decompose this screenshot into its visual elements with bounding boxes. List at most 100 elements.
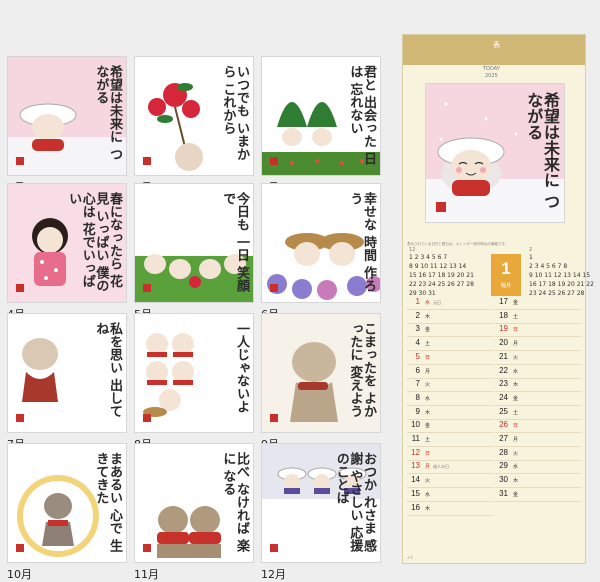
month-phrase: 春になったら 花見 いっぱい 僕の心は 花でいっぱい [66, 192, 122, 293]
day-row: 21 火 [495, 352, 581, 365]
artist-seal [270, 414, 278, 422]
day-row: 14 火 [407, 475, 493, 489]
calendar-preview: 表 TODAY 2025 希望は未来に つながる 表示されている日付と曜日は、カ… [402, 34, 594, 564]
month-artwork-3[interactable]: 君と 出会った 日は 忘れない [261, 56, 381, 176]
artist-seal [143, 414, 151, 422]
month-phrase: こまったを よかったに 変えよう [347, 322, 376, 418]
day-number: 31 [499, 488, 508, 498]
day-number: 25 [499, 406, 508, 416]
artist-seal [270, 157, 278, 165]
day-row: 26 日 [495, 420, 581, 434]
month-phrase: いつでも いまから これから [220, 65, 249, 161]
day-number: 6 [415, 365, 420, 375]
day-weekday: 月 [425, 368, 431, 375]
month-artwork-8[interactable]: 一人じゃないよ [134, 313, 254, 433]
day-number: 3 [415, 324, 420, 334]
day-number: 21 [499, 351, 508, 361]
day-number: 9 [415, 406, 420, 416]
day-row: 28 火 [495, 448, 581, 461]
day-weekday: 火 [425, 478, 431, 485]
day-row: 25 土 [495, 407, 581, 420]
day-number: 13 [411, 461, 420, 471]
day-weekday: 日 [513, 423, 519, 430]
artist-seal [143, 157, 151, 165]
day-number: 1 [415, 297, 420, 306]
day-weekday: 木 [425, 313, 431, 320]
month-caption: 12月 [261, 568, 286, 581]
day-note: 元日 [433, 300, 442, 305]
day-number: 29 [499, 461, 508, 471]
day-weekday: 土 [425, 341, 431, 348]
day-number: 24 [499, 392, 508, 402]
month-artwork-12[interactable]: おつか れさま 感謝 やさしい 応援のことば [261, 443, 381, 563]
month-artwork-4[interactable]: 春になったら 花見 いっぱい 僕の心は 花でいっぱい [7, 183, 127, 303]
mini-week-row: 16 17 18 19 20 21 22 [529, 281, 594, 288]
artist-seal [16, 157, 24, 165]
day-row: 9木 [407, 407, 493, 420]
mini-week-row: 1 2 3 4 5 6 7 [409, 254, 448, 261]
day-weekday: 日 [425, 354, 431, 361]
day-row: 20 月 [495, 338, 581, 352]
day-row: 18 土 [495, 311, 581, 324]
mini-week-row: 22 23 24 25 26 27 28 [409, 281, 474, 288]
month-phrase: おつか れさま 感謝 やさしい 応援のことば [333, 452, 376, 553]
day-row: 12 日 [407, 448, 493, 461]
month-artwork-7[interactable]: 私を思い 出してね [7, 313, 127, 433]
day-weekday: 火 [513, 450, 519, 457]
month-artwork-6[interactable]: 幸せな 時間 作ろう [261, 183, 381, 303]
month-artwork-9[interactable]: こまったを よかったに 変えよう [261, 313, 381, 433]
day-weekday: 金 [425, 423, 431, 430]
day-weekday: 土 [513, 409, 519, 416]
day-row: 29 水 [495, 461, 581, 475]
day-number: 22 [499, 365, 508, 375]
day-number: 30 [499, 475, 508, 485]
day-number: 5 [415, 351, 420, 361]
mini-week-row: 2 3 4 5 6 7 8 [529, 263, 568, 270]
day-row: 16 木 [407, 503, 493, 516]
day-row: 10 金 [407, 420, 493, 434]
day-number: 15 [411, 488, 420, 498]
month-artwork-5[interactable]: 今日も 一日 笑顔 で [134, 183, 254, 303]
day-weekday: 月 [513, 437, 519, 443]
day-weekday: 火 [425, 382, 431, 389]
day-weekday: 日 [425, 450, 431, 457]
month-phrase: 幸せな 時間 作ろう [347, 192, 376, 293]
day-row: 2木 [407, 311, 493, 324]
month-phrase: 私を思い 出してね [93, 322, 122, 418]
artist-seal [16, 414, 24, 422]
day-row: 5日 [407, 352, 493, 365]
day-number: 23 [499, 379, 508, 389]
calendar-main-artwork: 希望は未来に つながる [425, 83, 565, 223]
mini-week-row: 8 9 10 11 12 13 14 [409, 263, 467, 270]
mini-week-row: 15 16 17 18 19 20 21 [409, 272, 474, 279]
day-row: 3金 [407, 324, 493, 338]
day-row: 23 木 [495, 379, 581, 393]
day-row: 6月 [407, 366, 493, 379]
day-number: 7 [415, 379, 420, 389]
day-weekday: 土 [425, 437, 431, 443]
mini-week-row: 9 10 11 12 13 14 15 [529, 272, 591, 279]
artist-seal [143, 284, 151, 292]
month-phrase: 君と 出会った 日は 忘れない [347, 65, 376, 166]
day-weekday: 火 [513, 354, 519, 361]
day-note: 成人の日 [433, 464, 450, 470]
day-row: 13 月成人の日 [407, 461, 493, 475]
day-row: 19 日 [495, 324, 581, 338]
month-artwork-11[interactable]: 比べ なければ 楽に なる [134, 443, 254, 563]
day-number: 4 [415, 338, 420, 348]
current-month-number: 1 [501, 259, 511, 278]
month-artwork-2[interactable]: いつでも いまから これから [134, 56, 254, 176]
day-number: 18 [499, 310, 508, 320]
day-number: 14 [411, 475, 420, 485]
day-weekday: 水 [513, 464, 519, 471]
day-row: 30 木 [495, 475, 581, 489]
month-artwork-10[interactable]: まあるい 心で 生きてきた [7, 443, 127, 563]
day-number: 26 [499, 420, 508, 430]
month-artwork-1[interactable]: 希望は未来に つながる [7, 56, 127, 176]
day-weekday: 木 [513, 478, 519, 485]
day-number: 2 [415, 310, 420, 320]
prev-month-mini-calendar: 12 1 2 3 4 5 6 78 9 10 11 12 13 14 15 16 1… [409, 247, 474, 298]
day-weekday: 金 [513, 395, 519, 402]
day-number: 16 [411, 502, 420, 512]
day-row: 7火 [407, 379, 493, 393]
